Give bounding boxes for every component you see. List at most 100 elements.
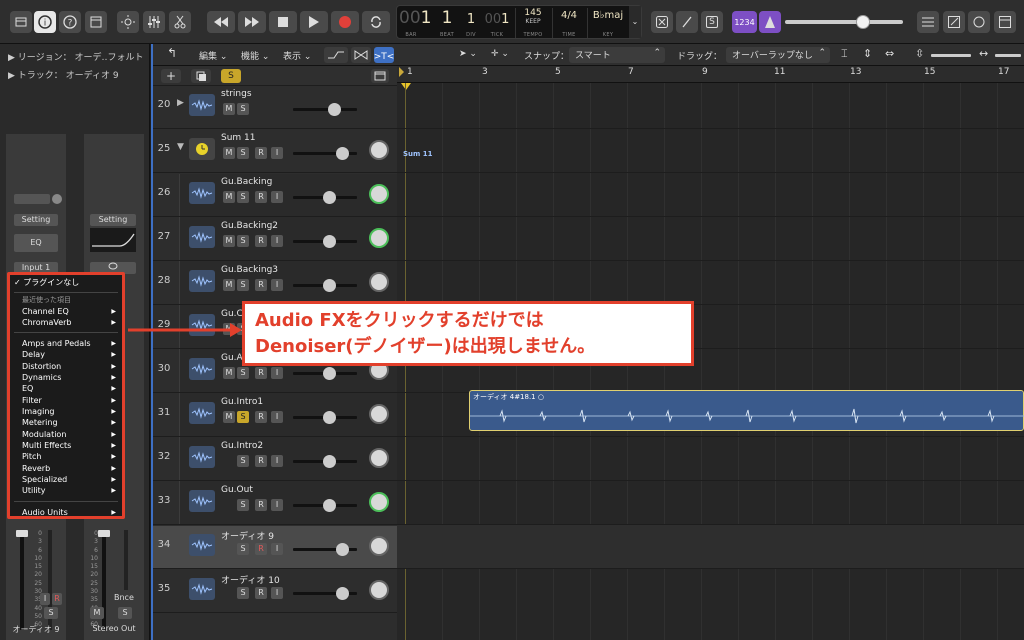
record-enable-button[interactable]: R [255, 455, 267, 467]
input-monitor-button[interactable]: I [271, 279, 283, 291]
fit-horizontal-icon[interactable]: ⇔ [885, 47, 894, 60]
pan-knob[interactable] [369, 228, 389, 248]
record-enable-button[interactable]: R [255, 191, 267, 203]
input-monitor-button[interactable]: I [271, 235, 283, 247]
track-row-34-selected[interactable]: 34 オーディオ 9 S R I [153, 526, 397, 569]
view-menu[interactable]: 表示 ⌄ [283, 49, 311, 62]
solo-button-right[interactable]: S [118, 607, 132, 619]
fast-forward-button[interactable] [238, 11, 266, 33]
solo-button[interactable]: S [237, 587, 249, 599]
mute-button[interactable]: M [223, 103, 235, 115]
menu-item-modulation[interactable]: Modulation ▶ [10, 429, 122, 440]
input-monitor-button[interactable]: I [271, 587, 283, 599]
track-row-26[interactable]: 26 Gu.Backing M S R I [153, 174, 397, 217]
solo-button[interactable]: S [237, 147, 249, 159]
track-icon[interactable] [189, 226, 215, 248]
track-row-25[interactable]: 25 ▼ Sum 11 M S R I [153, 130, 397, 173]
record-enable-button[interactable]: R [255, 147, 267, 159]
horizontal-zoom-slider[interactable] [995, 54, 1021, 57]
cycle-start-marker-icon[interactable] [399, 67, 404, 77]
track-name[interactable]: strings [221, 89, 252, 99]
setting-button-right[interactable]: Setting [90, 214, 136, 226]
vertical-zoom-slider[interactable] [931, 54, 971, 57]
pan-knob[interactable] [369, 492, 389, 512]
solo-button[interactable]: S [237, 103, 249, 115]
mute-button[interactable]: M [223, 235, 235, 247]
volume-thumb[interactable] [323, 455, 336, 468]
toolbar-toggle-button[interactable] [85, 11, 107, 33]
track-icon[interactable] [189, 270, 215, 292]
track-row-35[interactable]: 35 オーディオ 10 S R I [153, 570, 397, 613]
function-menu[interactable]: 機能 ⌄ [241, 49, 269, 62]
snap-select[interactable]: スマート ⌃ [569, 47, 665, 63]
solo-button[interactable]: S [237, 191, 249, 203]
master-volume-thumb[interactable] [856, 15, 870, 29]
vertical-zoom-icon[interactable]: ⇳ [915, 47, 924, 60]
track-name[interactable]: Gu.Intro1 [221, 397, 263, 407]
volume-thumb[interactable] [323, 235, 336, 248]
audio-region[interactable]: オーディオ 4#18.1 ○ [469, 390, 1024, 431]
input-monitor-button[interactable]: I [271, 411, 283, 423]
solo-button-left[interactable]: S [44, 607, 58, 619]
fader-track-left[interactable] [20, 530, 24, 630]
track-name[interactable]: オーディオ 9 [221, 529, 274, 542]
track-row-31[interactable]: 31 Gu.Intro1 M S R I [153, 394, 397, 437]
solo-button[interactable]: S [237, 455, 249, 467]
menu-item-no-plugin[interactable]: ✓ プラグインなし [10, 277, 122, 288]
track-icon[interactable] [189, 490, 215, 512]
solo-button[interactable]: S [237, 367, 249, 379]
input-monitor-button[interactable]: I [271, 455, 283, 467]
track-icon[interactable] [189, 358, 215, 380]
pan-knob[interactable] [369, 184, 389, 204]
duplicate-track-button[interactable] [191, 69, 211, 83]
master-volume-track[interactable] [785, 20, 903, 24]
disclosure-triangle-open-icon[interactable]: ▼ [177, 142, 184, 152]
mute-button[interactable]: M [223, 367, 235, 379]
volume-thumb[interactable] [323, 279, 336, 292]
notepad-button[interactable] [943, 11, 965, 33]
volume-thumb[interactable] [336, 147, 349, 160]
stop-button[interactable] [269, 11, 297, 33]
secondary-tool-menu[interactable]: ✛ ⌄ [491, 49, 509, 59]
track-name[interactable]: Gu.Out [221, 485, 253, 495]
pan-knob[interactable] [369, 272, 389, 292]
menu-item-audio-units[interactable]: Audio Units ▶ [10, 507, 122, 518]
audio-fx-plugin-menu[interactable]: ✓ プラグインなし 最近使った項目 Channel EQ ▶ ChromaVerb… [7, 272, 125, 519]
track-name[interactable]: オーディオ 10 [221, 573, 280, 586]
volume-thumb[interactable] [323, 367, 336, 380]
add-track-button[interactable]: + [161, 69, 181, 83]
menu-item-dynamics[interactable]: Dynamics ▶ [10, 372, 122, 383]
solo-button[interactable]: S [237, 235, 249, 247]
record-enable-button[interactable]: R [255, 499, 267, 511]
edit-menu[interactable]: 編集 ⌄ [199, 49, 227, 62]
inspector-button[interactable]: i [34, 11, 56, 33]
menu-item-imaging[interactable]: Imaging ▶ [10, 406, 122, 417]
track-row-28[interactable]: 28 Gu.Backing3 M S R I [153, 262, 397, 305]
mute-button[interactable]: M [223, 147, 235, 159]
lcd-display[interactable]: 001 BAR 1 BEAT 1 DIV 001 TICK 145 KEEP T… [396, 5, 642, 39]
menu-item-filter[interactable]: Filter ▶ [10, 395, 122, 406]
mute-button[interactable]: M [223, 279, 235, 291]
gain-knob[interactable] [52, 194, 62, 204]
global-solo-button[interactable]: S [221, 69, 241, 83]
menu-item-chromaverb[interactable]: ChromaVerb ▶ [10, 317, 122, 328]
record-enable-button[interactable]: R [255, 367, 267, 379]
track-name[interactable]: Gu.Backing3 [221, 265, 278, 275]
menu-item-eq[interactable]: EQ ▶ [10, 383, 122, 394]
eq-button[interactable]: EQ [14, 234, 58, 252]
track-row-33[interactable]: 33 Gu.Out S R I [153, 482, 397, 525]
record-enable-button-left[interactable]: R [52, 593, 62, 605]
menu-item-channel-eq[interactable]: Channel EQ ▶ [10, 306, 122, 317]
volume-thumb[interactable] [328, 103, 341, 116]
record-enable-button[interactable]: R [255, 587, 267, 599]
record-button[interactable] [331, 11, 359, 33]
drag-select[interactable]: オーバーラップなし ⌃ [726, 47, 830, 63]
pan-knob[interactable] [369, 536, 389, 556]
track-inspector-header[interactable]: ▶ トラック： オーディオ 9 [0, 68, 150, 84]
loop-browser-button[interactable] [968, 11, 990, 33]
track-icon[interactable] [189, 578, 215, 600]
volume-slider[interactable] [293, 108, 357, 111]
solo-button[interactable]: S [237, 499, 249, 511]
lcd-menu-button[interactable]: ⌄ [629, 6, 641, 38]
pan-knob[interactable] [369, 580, 389, 600]
